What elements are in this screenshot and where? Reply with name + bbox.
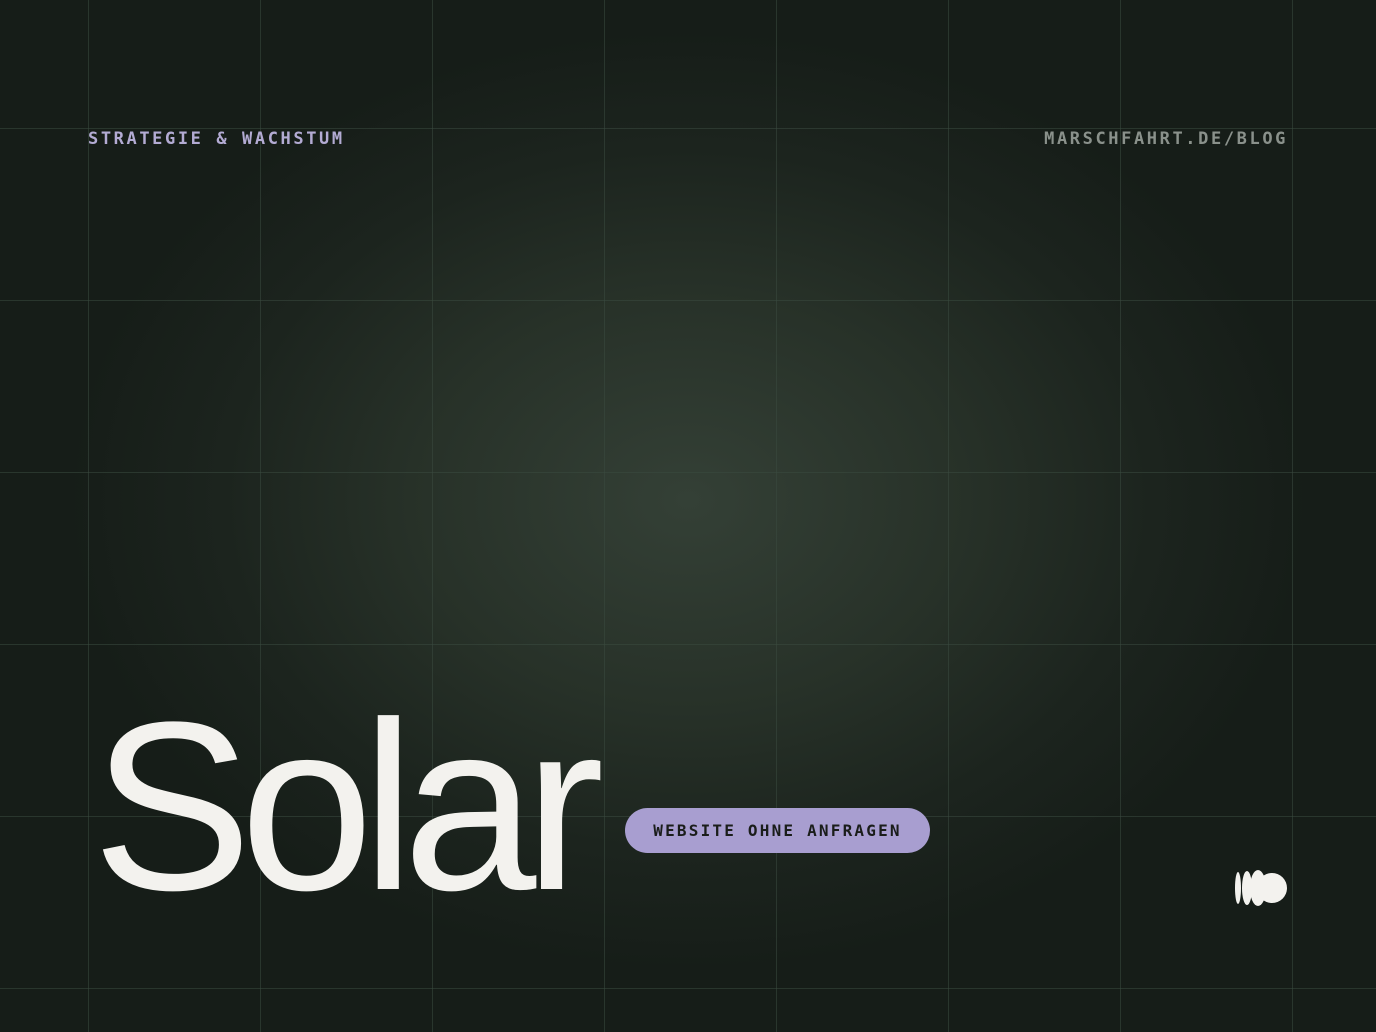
headline: Solar xyxy=(92,672,604,940)
marschfahrt-logo-icon xyxy=(1235,870,1287,906)
topic-tag-pill: WEBSITE OHNE ANFRAGEN xyxy=(625,808,930,853)
cover-canvas: STRATEGIE & WACHSTUM MARSCHFAHRT.DE/BLOG… xyxy=(0,0,1376,1032)
category-eyebrow: STRATEGIE & WACHSTUM xyxy=(88,129,345,149)
site-url: MARSCHFAHRT.DE/BLOG xyxy=(1044,129,1288,149)
topic-tag-label: WEBSITE OHNE ANFRAGEN xyxy=(653,821,902,840)
